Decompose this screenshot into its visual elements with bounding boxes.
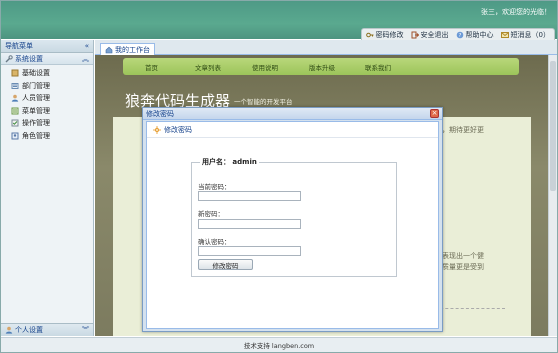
settings-icon [11,69,19,77]
nav-item-label: 人员管理 [22,94,50,103]
current-password-label: 当前密码： [198,183,231,191]
site-nav-upgrade[interactable]: 版本升级 [309,62,335,72]
top-header: 张三，欢迎您的光临！ 密码修改 安全退出 ? 帮助中心 短消息（0） [1,1,557,40]
dialog-titlebar: 修改密码 × [143,108,442,120]
messages-label: 短消息（0） [510,30,550,39]
scrollbar-thumb[interactable] [550,61,556,191]
nav-item-label: 操作管理 [22,119,50,128]
nav-item-label: 菜单管理 [22,106,50,115]
logout-button[interactable]: 安全退出 [411,30,449,40]
new-password-label: 新密码： [198,210,224,218]
key-icon [365,32,374,37]
confirm-password-label: 确认密码： [198,238,231,246]
footer: 技术支持 langben.com [1,337,557,352]
nav-bottom-label: 个人设置 [15,326,43,334]
user-icon [11,95,19,102]
department-icon [11,82,19,89]
messages-button[interactable]: 短消息（0） [500,30,550,40]
dialog-subtitle: 修改密码 [164,125,192,134]
role-icon [11,132,19,140]
message-icon [500,31,509,38]
site-nav-home[interactable]: 首页 [145,62,158,72]
vertical-scrollbar[interactable] [548,55,557,336]
change-password-dialog: 修改密码 × 修改密码 用户名： admin 当前密码： 新密码： 确认密码： … [142,107,443,332]
site-navigation: 首页 文章列表 使用说明 版本升级 联系我们 [123,58,519,75]
divider [435,308,505,309]
svg-text:?: ? [458,33,461,39]
dialog-body: 修改密码 用户名： admin 当前密码： 新密码： 确认密码： 修改密码 [146,121,439,329]
nav-item-department[interactable]: 部门管理 [1,80,93,93]
exit-icon [411,31,419,38]
home-icon [105,46,113,53]
wrench-icon [5,54,13,62]
nav-header: 导航菜单 « [1,40,93,53]
nav-item-list: 基础设置 部门管理 人员管理 菜单管理 操作管理 角色管理 [1,65,93,142]
tab-bar: 我的工作台 [95,40,557,55]
tab-label: 我的工作台 [115,45,150,54]
nav-title: 导航菜单 [5,42,33,50]
site-nav-articles[interactable]: 文章列表 [195,62,221,72]
nav-item-role[interactable]: 角色管理 [1,130,93,143]
welcome-text: 张三，欢迎您的光临！ [481,8,551,16]
site-nav-manual[interactable]: 使用说明 [252,62,278,72]
nav-item-label: 部门管理 [22,81,50,90]
nav-item-label: 角色管理 [22,131,50,140]
tab-workbench[interactable]: 我的工作台 [100,43,155,55]
change-password-label: 密码修改 [375,30,404,39]
user-icon [5,326,13,334]
password-fieldset: 用户名： admin 当前密码： 新密码： 确认密码： 修改密码 [191,157,397,277]
operation-icon [11,119,19,127]
help-center-button[interactable]: ? 帮助中心 [456,30,494,40]
site-nav-contact[interactable]: 联系我们 [365,62,391,72]
collapse-left-icon[interactable]: « [85,42,89,50]
confirm-password-input[interactable] [198,246,301,256]
nav-item-label: 基础设置 [22,69,50,78]
footer-text: 技术支持 langben.com [243,342,315,350]
nav-item-menu[interactable]: 菜单管理 [1,105,93,118]
nav-item-personnel[interactable]: 人员管理 [1,92,93,105]
gear-icon [153,125,161,134]
header-toolbar: 密码修改 安全退出 ? 帮助中心 短消息（0） [360,28,555,40]
change-password-button[interactable]: 密码修改 [365,30,404,40]
submit-change-password-button[interactable]: 修改密码 [198,259,253,270]
chevron-down-icon[interactable]: ︾ [82,325,89,335]
nav-item-basic-settings[interactable]: 基础设置 [1,67,93,80]
new-password-input[interactable] [198,219,301,229]
nav-section-personal-settings[interactable]: 个人设置 ︾ [1,323,93,336]
nav-item-operation[interactable]: 操作管理 [1,117,93,130]
chevron-up-icon[interactable]: ︽ [82,54,89,64]
dialog-title: 修改密码 [146,109,174,118]
close-icon[interactable]: × [430,109,439,118]
username-legend: 用户名： admin [200,157,259,167]
nav-section-label: 系统设置 [15,54,43,63]
left-navigation: 导航菜单 « 系统设置 ︽ 基础设置 部门管理 人员管理 菜单管理 操作管理 角… [1,40,94,336]
current-password-input[interactable] [198,191,301,201]
help-icon: ? [456,31,463,39]
site-subtitle: 一个智能的开发平台 [234,98,293,106]
help-center-label: 帮助中心 [465,30,494,39]
dialog-subheader: 修改密码 [147,122,438,138]
logout-label: 安全退出 [420,30,449,39]
nav-section-system-settings[interactable]: 系统设置 ︽ [1,53,93,65]
menu-icon [11,107,19,115]
